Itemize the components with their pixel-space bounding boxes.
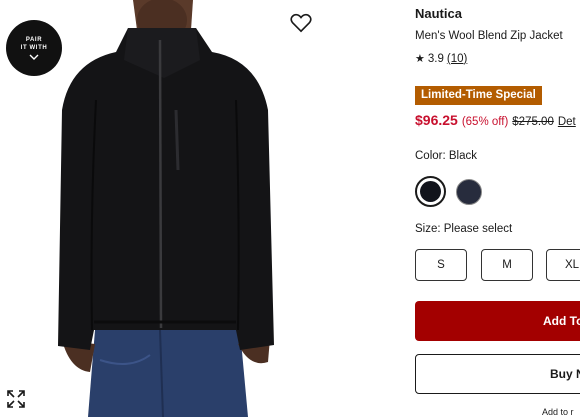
heart-icon[interactable] — [290, 13, 312, 33]
color-label: Color: Black — [415, 150, 477, 162]
size-button-m[interactable]: M — [481, 249, 533, 281]
price-row: $96.25 (65% off) $275.00 Det — [415, 112, 576, 128]
rating-value: 3.9 — [427, 52, 444, 65]
discount-percent: (65% off) — [461, 116, 509, 128]
color-swatch-navy[interactable] — [456, 179, 482, 205]
review-count-link[interactable]: (10) — [447, 53, 467, 65]
sale-price: $96.25 — [415, 112, 458, 128]
promo-badge: Limited-Time Special — [415, 86, 542, 105]
product-title: Men's Wool Blend Zip Jacket — [415, 30, 563, 42]
star-icon: ★ — [415, 53, 425, 65]
swatch-dot — [420, 181, 441, 202]
add-to-bag-button[interactable]: Add To — [415, 301, 580, 341]
product-page: PAIR IT WITH Nautica Men's Wool Blend Zi… — [0, 0, 580, 417]
buy-now-button[interactable]: Buy N — [415, 354, 580, 394]
original-price: $275.00 — [512, 116, 554, 128]
pair-badge-line1: PAIR — [25, 37, 43, 43]
color-swatch-black[interactable] — [415, 176, 446, 207]
pair-badge-line2: IT WITH — [20, 45, 48, 51]
chevron-down-icon — [29, 54, 39, 60]
size-button-s[interactable]: S — [415, 249, 467, 281]
product-image-area: PAIR IT WITH — [0, 0, 330, 417]
details-link[interactable]: Det — [558, 116, 576, 128]
size-label: Size: Please select — [415, 223, 513, 235]
rating-row: ★ 3.9 (10) — [415, 52, 467, 66]
pair-it-with-button[interactable]: PAIR IT WITH — [6, 20, 62, 76]
add-to-list-link[interactable]: Add to r — [542, 407, 574, 417]
brand-name[interactable]: Nautica — [415, 6, 462, 21]
expand-icon[interactable] — [7, 390, 25, 408]
size-button-xl[interactable]: XL — [546, 249, 580, 281]
